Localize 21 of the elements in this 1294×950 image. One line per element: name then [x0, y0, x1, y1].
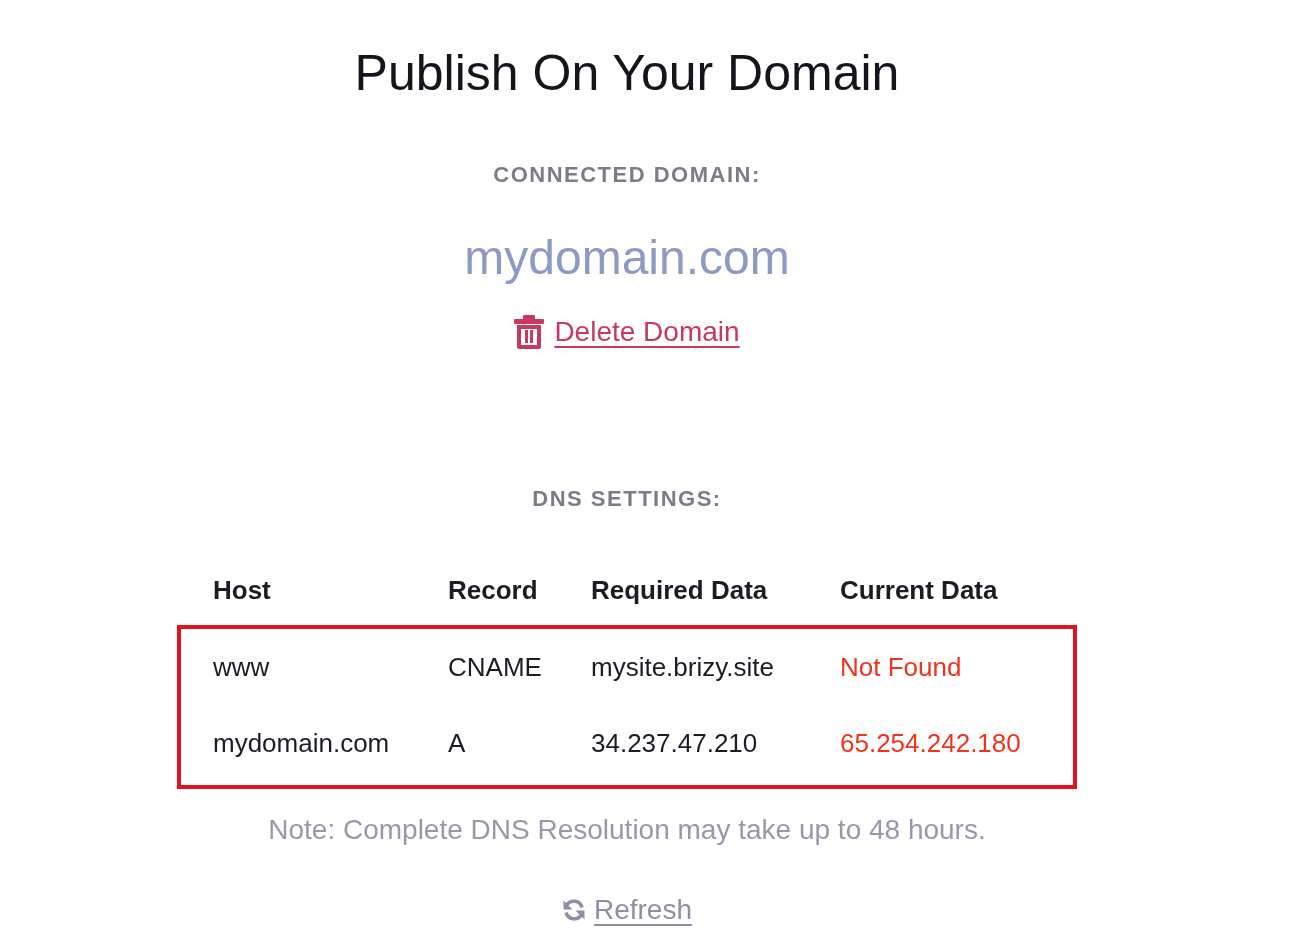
table-cell-text: mydomain.com [213, 727, 391, 759]
column-header: Host [213, 574, 272, 606]
section-label: CONNECTED DOMAIN: [493, 162, 761, 188]
table-cell-text: A [448, 727, 467, 759]
table-cell-text: 65.254.242.180 [840, 727, 1022, 759]
refresh-link[interactable]: Refresh [593, 893, 692, 927]
note-text: Note: Complete DNS Resolution may take up to 48 hours. [268, 813, 986, 847]
table-cell-text: CNAME [448, 651, 543, 683]
trash-icon [514, 315, 545, 349]
domain-name: mydomain.com [464, 230, 790, 286]
refresh-icon [561, 898, 586, 922]
section-label: DNS SETTINGS: [532, 486, 722, 512]
table-cell-text: Not Found [840, 651, 963, 683]
table-cell-text: www [213, 651, 271, 683]
column-header: Current Data [840, 574, 999, 606]
column-header: Record [448, 574, 539, 606]
table-cell-text: mysite.brizy.site [591, 651, 775, 683]
column-header: Required Data [591, 574, 769, 606]
table-cell-text: 34.237.47.210 [591, 727, 759, 759]
page-title: Publish On Your Domain [354, 44, 900, 103]
delete-domain-link[interactable]: Delete Domain [554, 315, 740, 349]
